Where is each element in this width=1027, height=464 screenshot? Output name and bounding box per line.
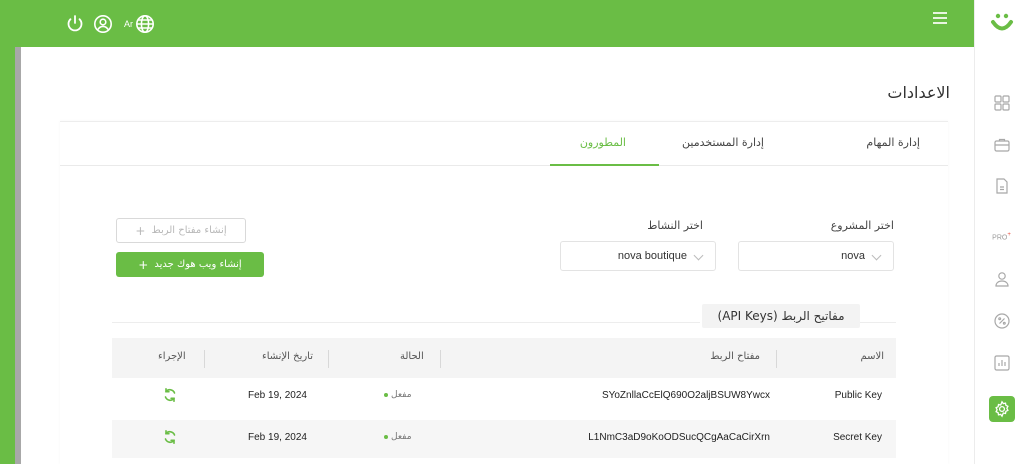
status-text: مفعل xyxy=(391,390,412,400)
plus-icon: + xyxy=(135,223,146,238)
column-header-key: مفتاح الربط xyxy=(710,351,760,362)
status-dot xyxy=(384,393,388,397)
create-api-key-label: إنشاء مفتاح الربط xyxy=(151,225,227,236)
pro-label: PRO xyxy=(992,234,1008,242)
tab-developers[interactable]: المطورون xyxy=(580,136,626,149)
scroll-shadow xyxy=(15,40,21,464)
table-row: Public Key SYoZnllaCcElQ690O2aljBSUW8Ywc… xyxy=(112,378,896,416)
table-row: Secret Key L1NmC3aD9oKoODSucQCgAaCaCirXr… xyxy=(112,420,896,458)
sidebar-item-pro[interactable]: PRO+ xyxy=(975,222,1027,252)
tab-bar: إدارة المهام إدارة المستخدمين المطورون xyxy=(60,122,948,166)
create-api-key-button[interactable]: إنشاء مفتاح الربط + xyxy=(116,218,246,243)
globe-icon xyxy=(136,15,154,33)
settings-active-box xyxy=(988,396,1015,422)
language-label: Ar xyxy=(124,19,133,29)
status-text: مفعل xyxy=(391,432,412,442)
column-divider xyxy=(204,350,205,368)
row-name: Secret Key xyxy=(833,432,882,443)
row-api-key[interactable]: L1NmC3aD9oKoODSucQCgAaCaCirXrn xyxy=(588,432,770,443)
activity-select-value: nova boutique xyxy=(617,250,687,262)
status-badge: مفعل xyxy=(384,432,412,442)
document-icon xyxy=(995,178,1008,194)
section-divider xyxy=(112,322,700,323)
tab-user-management[interactable]: إدارة المستخدمين xyxy=(682,136,764,149)
row-name: Public Key xyxy=(834,390,882,401)
sidebar-item-reports[interactable] xyxy=(975,348,1027,378)
api-keys-heading: مفاتيح الربط (API Keys) xyxy=(702,304,860,328)
chevron-down-icon xyxy=(871,250,882,261)
power-icon[interactable] xyxy=(64,13,86,35)
create-webhook-button[interactable]: إنشاء ويب هوك جديد + xyxy=(116,252,264,277)
sidebar-item-dashboard[interactable] xyxy=(975,88,1027,118)
status-dot xyxy=(384,435,388,439)
project-label: اختر المشروع xyxy=(830,219,894,232)
column-header-created: تاريخ الإنشاء xyxy=(262,351,314,362)
sidebar-item-users[interactable] xyxy=(975,264,1027,294)
column-divider xyxy=(776,350,777,368)
percent-icon xyxy=(993,313,1010,329)
column-divider xyxy=(328,350,329,368)
settings-card: إدارة المهام إدارة المستخدمين المطورون ا… xyxy=(60,121,948,464)
chevron-down-icon xyxy=(693,250,704,261)
page-title: الاعدادات xyxy=(887,83,950,102)
column-header-status: الحالة xyxy=(400,351,424,362)
refresh-icon[interactable] xyxy=(162,429,178,445)
row-api-key[interactable]: SYoZnllaCcElQ690O2aljBSUW8Ywcx xyxy=(602,390,770,401)
logo-icon xyxy=(990,13,1013,30)
user-icon[interactable] xyxy=(92,13,114,35)
column-header-name: الاسم xyxy=(860,351,884,362)
sidebar-item-documents[interactable] xyxy=(975,171,1027,201)
grid-icon xyxy=(993,95,1010,111)
top-bar: Ar xyxy=(0,0,974,47)
column-divider xyxy=(440,350,441,368)
hamburger-icon[interactable] xyxy=(933,12,947,24)
app-logo[interactable] xyxy=(975,0,1027,47)
refresh-icon[interactable] xyxy=(162,387,178,403)
sidebar-item-projects[interactable] xyxy=(975,130,1027,160)
tab-task-management[interactable]: إدارة المهام xyxy=(866,136,920,149)
section-divider xyxy=(860,322,896,323)
activity-select[interactable]: nova boutique xyxy=(560,241,716,271)
active-tab-indicator xyxy=(550,164,659,166)
project-select[interactable]: nova xyxy=(738,241,894,271)
chart-icon xyxy=(993,355,1010,371)
row-created-date: Feb 19, 2024 xyxy=(248,432,307,443)
column-header-action: الإجراء xyxy=(158,351,186,362)
language-switcher[interactable]: Ar xyxy=(124,14,155,34)
api-keys-table-header: الاسم مفتاح الربط الحالة تاريخ الإنشاء ا… xyxy=(112,338,896,378)
gear-icon xyxy=(994,400,1009,418)
activity-label: اختر النشاط xyxy=(647,219,703,232)
row-created-date: Feb 19, 2024 xyxy=(248,390,307,401)
sidebar-item-settings[interactable] xyxy=(975,394,1027,424)
sidebar-item-discounts[interactable] xyxy=(975,306,1027,336)
project-select-value: nova xyxy=(841,250,865,262)
user-icon xyxy=(994,272,1009,287)
status-badge: مفعل xyxy=(384,390,412,400)
pro-icon: PRO+ xyxy=(992,232,1011,242)
plus-icon: + xyxy=(138,257,149,272)
create-webhook-label: إنشاء ويب هوك جديد xyxy=(154,259,242,270)
briefcase-icon xyxy=(993,138,1010,152)
sidebar: PRO+ xyxy=(974,0,1027,464)
left-edge-strip xyxy=(0,0,21,464)
